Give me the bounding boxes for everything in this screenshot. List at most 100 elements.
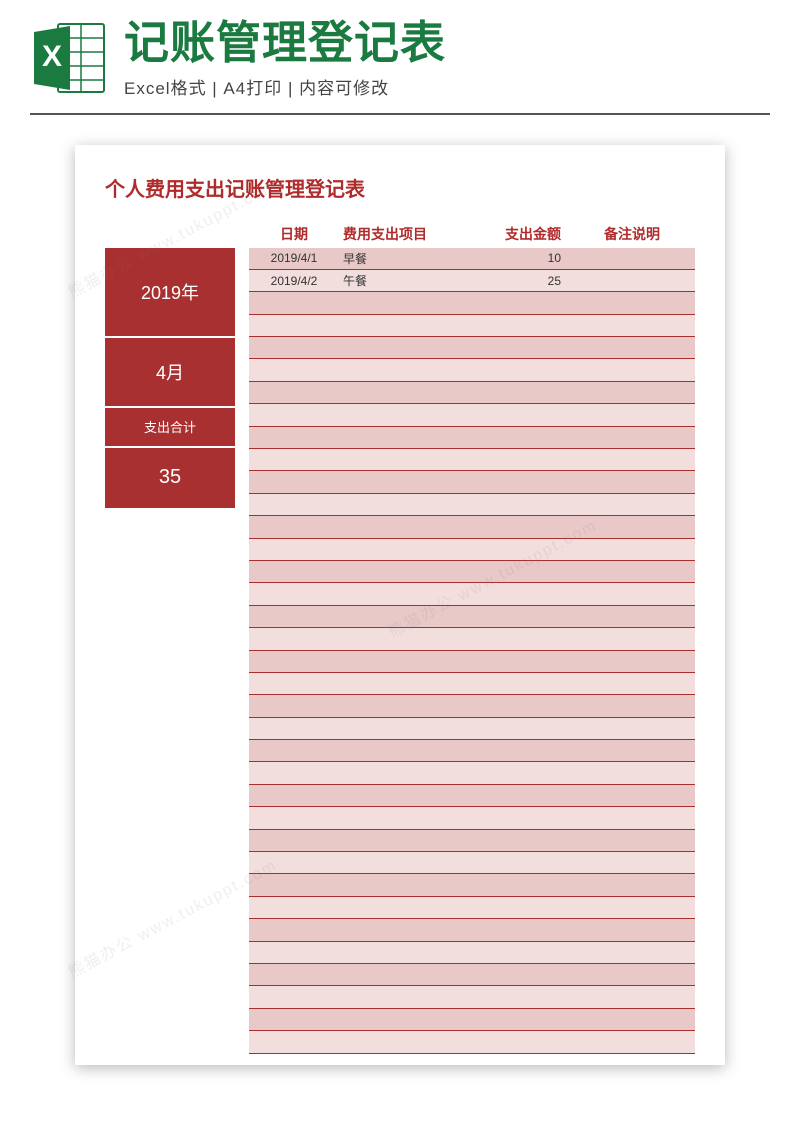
cell-date (249, 740, 339, 762)
cell-item (339, 695, 469, 717)
table-row (249, 359, 695, 381)
table-body: 2019/4/1早餐102019/4/2午餐25 (249, 248, 695, 1054)
cell-item (339, 471, 469, 493)
excel-icon: X (30, 18, 110, 98)
cell-item (339, 897, 469, 919)
cell-note (569, 382, 695, 404)
cell-date (249, 1009, 339, 1031)
cell-item (339, 449, 469, 471)
table-row (249, 427, 695, 449)
cell-note (569, 404, 695, 426)
cell-amount (469, 874, 569, 896)
cell-date (249, 449, 339, 471)
table-row (249, 651, 695, 673)
cell-note (569, 785, 695, 807)
cell-item (339, 919, 469, 941)
header-divider (30, 113, 770, 115)
table-row: 2019/4/1早餐10 (249, 248, 695, 270)
cell-amount (469, 337, 569, 359)
cell-note (569, 337, 695, 359)
table-row (249, 986, 695, 1008)
cell-item (339, 382, 469, 404)
cell-note (569, 628, 695, 650)
cell-amount: 25 (469, 270, 569, 292)
cell-note (569, 427, 695, 449)
cell-date (249, 315, 339, 337)
page-header: X 记账管理登记表 Excel格式 | A4打印 | 内容可修改 (0, 0, 800, 107)
cell-item: 早餐 (339, 248, 469, 270)
table-row (249, 964, 695, 986)
cell-item (339, 628, 469, 650)
cell-amount (469, 539, 569, 561)
cell-item (339, 785, 469, 807)
cell-amount (469, 382, 569, 404)
cell-amount (469, 718, 569, 740)
table-row (249, 1031, 695, 1053)
cell-note (569, 964, 695, 986)
cell-amount (469, 852, 569, 874)
cell-amount (469, 404, 569, 426)
cell-item (339, 807, 469, 829)
cell-amount (469, 673, 569, 695)
table-row (249, 471, 695, 493)
table-row (249, 628, 695, 650)
cell-amount (469, 651, 569, 673)
cell-date (249, 919, 339, 941)
cell-amount (469, 942, 569, 964)
table-row (249, 583, 695, 605)
cell-date (249, 539, 339, 561)
summary-sidebar: 2019年 4月 支出合计 35 (105, 248, 235, 1054)
document-title: 个人费用支出记账管理登记表 (105, 173, 695, 202)
cell-amount (469, 964, 569, 986)
cell-date (249, 606, 339, 628)
cell-note (569, 315, 695, 337)
cell-amount (469, 471, 569, 493)
cell-date: 2019/4/1 (249, 248, 339, 270)
cell-amount (469, 807, 569, 829)
cell-item (339, 315, 469, 337)
cell-date (249, 718, 339, 740)
cell-item (339, 1031, 469, 1053)
cell-note (569, 583, 695, 605)
table-row (249, 292, 695, 314)
cell-note (569, 673, 695, 695)
cell-amount: 10 (469, 248, 569, 270)
cell-amount (469, 897, 569, 919)
cell-item (339, 1009, 469, 1031)
cell-date (249, 785, 339, 807)
cell-date (249, 807, 339, 829)
cell-item: 午餐 (339, 270, 469, 292)
document-page: 个人费用支出记账管理登记表 2019年 4月 支出合计 35 日期 费用支出项目… (75, 145, 725, 1065)
cell-item (339, 651, 469, 673)
cell-item (339, 359, 469, 381)
cell-note (569, 874, 695, 896)
table-row (249, 449, 695, 471)
cell-date (249, 628, 339, 650)
cell-item (339, 539, 469, 561)
cell-amount (469, 359, 569, 381)
cell-date (249, 427, 339, 449)
sidebar-total-label: 支出合计 (105, 408, 235, 448)
table-row (249, 539, 695, 561)
cell-note (569, 270, 695, 292)
table-row (249, 561, 695, 583)
cell-item (339, 427, 469, 449)
cell-date (249, 762, 339, 784)
cell-item (339, 762, 469, 784)
table-row (249, 494, 695, 516)
cell-note (569, 449, 695, 471)
cell-amount (469, 315, 569, 337)
cell-note (569, 606, 695, 628)
cell-amount (469, 919, 569, 941)
col-header-date: 日期 (249, 224, 339, 244)
cell-date (249, 651, 339, 673)
cell-note (569, 897, 695, 919)
cell-amount (469, 1031, 569, 1053)
table-row (249, 382, 695, 404)
cell-amount (469, 494, 569, 516)
cell-date (249, 583, 339, 605)
cell-note (569, 986, 695, 1008)
table-row (249, 673, 695, 695)
cell-item (339, 874, 469, 896)
cell-date (249, 942, 339, 964)
